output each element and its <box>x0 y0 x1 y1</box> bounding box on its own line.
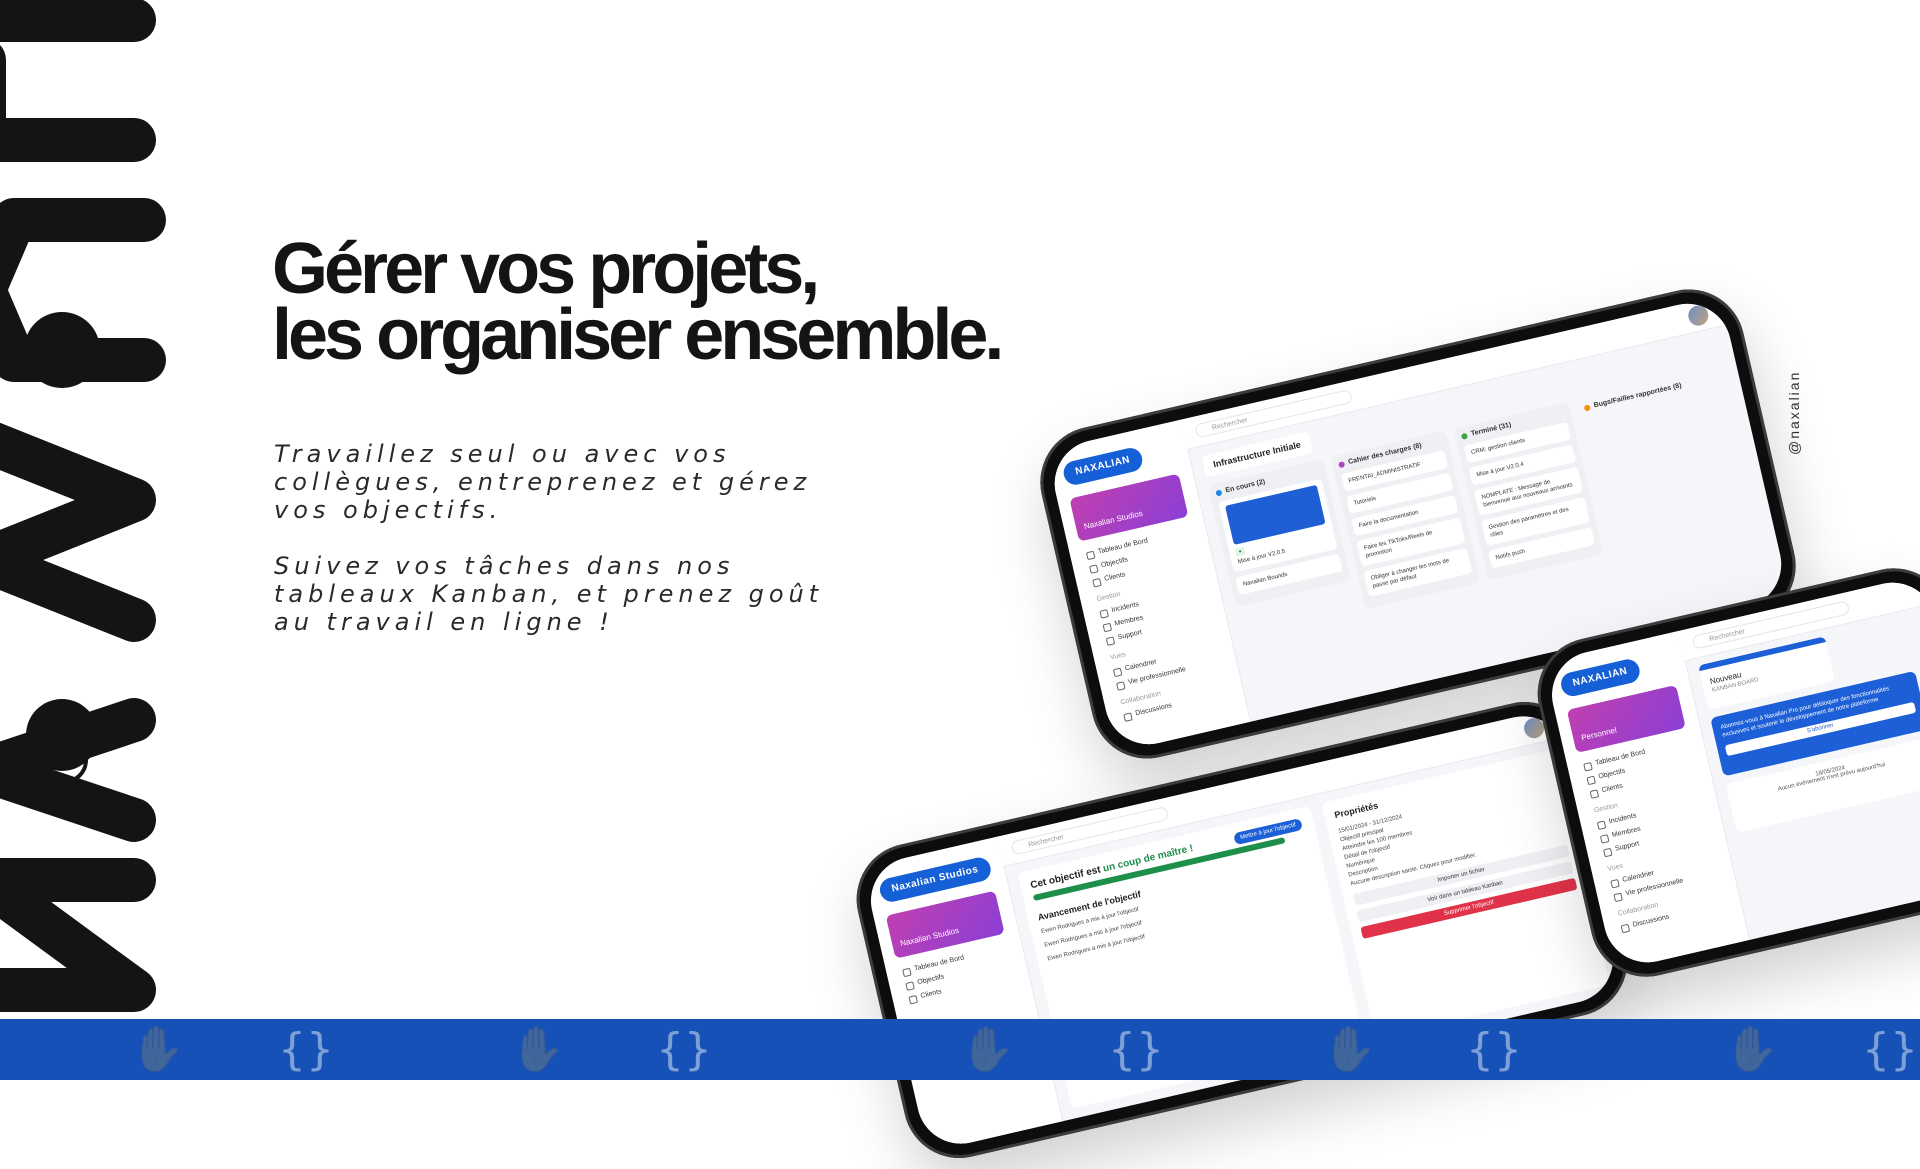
tag: ● <box>1234 546 1246 557</box>
naxalian-vertical-logo <box>0 0 166 1012</box>
brace-icon: {} <box>656 1024 712 1075</box>
kanban-column: Bugs/Failles rapportées (8) <box>1576 374 1697 425</box>
card-title: CRM: gestion clients <box>1470 437 1526 457</box>
headline-line-1: Gérer vos projets, <box>272 229 820 309</box>
card-title: Obliger à changer les mots de passe par … <box>1370 558 1450 590</box>
brace-icon: {} <box>1862 1024 1918 1075</box>
card-title: Faire la documentation <box>1358 509 1420 530</box>
body-paragraph-2: Suivez vos tâches dans nos tableaux Kanb… <box>274 552 824 636</box>
nav-list: Tableau de Bord Objectifs Clients Gestio… <box>1085 533 1195 724</box>
handshake-icon: ✋ <box>510 1024 565 1075</box>
brace-icon: {} <box>1466 1024 1522 1075</box>
search-input[interactable]: Rechercher <box>1691 600 1851 650</box>
workspace-card[interactable]: Naxalian Studios <box>885 890 1005 959</box>
card-title: Tutoriels <box>1353 495 1377 507</box>
handshake-icon: ✋ <box>1322 1024 1377 1075</box>
headline: Gérer vos projets, les organiser ensembl… <box>272 229 1032 375</box>
card-title: Naxalian Bounds <box>1242 571 1289 588</box>
footer-band: ✋ {} ✋ {} ✋ {} ✋ {} ✋ {} <box>0 1019 1920 1080</box>
objective-screen: Naxalian Studios Naxalian Studios Tablea… <box>862 707 1622 1153</box>
workspace-card[interactable]: Personnel <box>1566 684 1686 753</box>
brand-logo <box>0 0 174 1020</box>
column-header: Bugs/Failles rapportées (8) <box>1583 381 1688 412</box>
workspace-card[interactable]: Naxalian Studios <box>1069 473 1189 542</box>
phone-objective: Naxalian Studios Naxalian Studios Tablea… <box>845 690 1639 1169</box>
social-handle: @naxalian <box>1786 370 1802 455</box>
card-title: Mise à jour V2.0.4 <box>1475 461 1525 479</box>
headline-line-2: les organiser ensemble. <box>272 295 1004 375</box>
nav-list: Tableau de Bord Objectifs Clients <box>901 951 972 1006</box>
card-title: Faire les TikToks/Reels de promotion <box>1363 530 1434 560</box>
card-cover-image <box>1224 484 1326 545</box>
kanban-column: En cours (2) ● Mise à jour V2.0.5 Naxali… <box>1207 458 1351 608</box>
card-title: Notifs push <box>1495 548 1526 562</box>
brace-icon: {} <box>1108 1024 1164 1075</box>
dashboard-screen: NAXALIAN Personnel Tableau de Bord Objec… <box>1543 573 1920 972</box>
nav-list: Tableau de Bord Objectifs Clients Gestio… <box>1582 744 1692 935</box>
body-paragraph-1: Travaillez seul ou avec vos collègues, e… <box>274 440 812 524</box>
kanban-column: Terminé (31) CRM: gestion clients Mise à… <box>1453 402 1604 581</box>
handshake-icon: ✋ <box>1724 1024 1779 1075</box>
avatar[interactable] <box>1686 303 1711 328</box>
app-logo[interactable]: NAXALIAN <box>1061 445 1145 488</box>
app-logo[interactable]: NAXALIAN <box>1558 657 1642 699</box>
kanban-column: Cahier des charges (8) FRENTAI_ADMINISTR… <box>1330 430 1481 609</box>
handshake-icon: ✋ <box>960 1024 1015 1075</box>
brace-icon: {} <box>278 1024 334 1075</box>
handshake-icon: ✋ <box>130 1024 185 1075</box>
